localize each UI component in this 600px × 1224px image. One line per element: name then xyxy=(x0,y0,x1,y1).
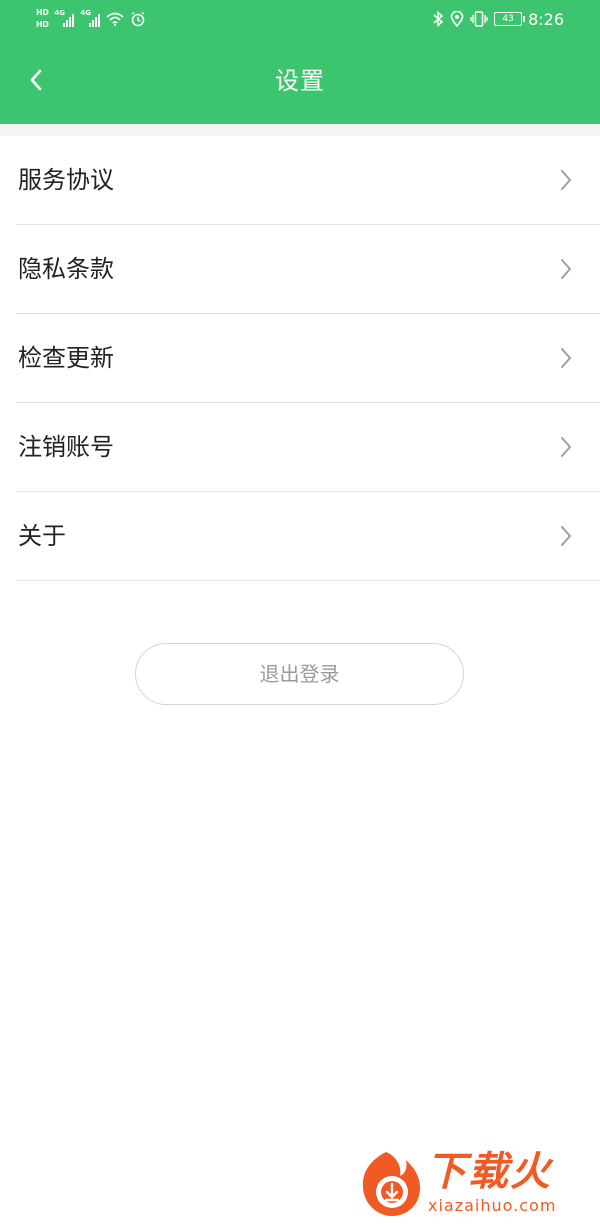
hd-indicator: HD xyxy=(36,20,49,29)
signal-icon: 4G xyxy=(54,9,75,27)
menu-item-label: 隐私条款 xyxy=(18,255,114,283)
vibrate-icon xyxy=(470,11,488,27)
logout-button[interactable]: 退出登录 xyxy=(135,643,464,705)
header-divider-strip xyxy=(0,124,600,136)
bluetooth-icon xyxy=(433,11,444,27)
watermark-domain: xiazaihuo.com xyxy=(428,1196,557,1215)
battery-icon: 43 xyxy=(494,12,526,26)
chevron-right-icon xyxy=(561,259,571,279)
status-bar: HD HD 4G 4G 43 8:26 xyxy=(0,0,600,38)
watermark-brand: 下载火 xyxy=(426,1149,552,1195)
settings-screen: HD HD 4G 4G 43 8:26 设置 服务协议 隐私条款 检查更新 注销… xyxy=(0,0,600,1224)
wifi-icon xyxy=(106,12,124,26)
chevron-right-icon xyxy=(561,170,571,190)
watermark-logo: 下载火 xiazaihuo.com xyxy=(352,1144,592,1220)
menu-item-privacy-terms[interactable]: 隐私条款 xyxy=(16,225,600,314)
signal-icon: 4G xyxy=(80,9,101,27)
hd-indicator: HD xyxy=(36,8,49,17)
status-time: 8:26 xyxy=(528,9,564,29)
chevron-right-icon xyxy=(561,437,571,457)
menu-item-delete-account[interactable]: 注销账号 xyxy=(16,403,600,492)
chevron-right-icon xyxy=(561,348,571,368)
menu-item-service-agreement[interactable]: 服务协议 xyxy=(16,136,600,225)
menu-item-check-update[interactable]: 检查更新 xyxy=(16,314,600,403)
chevron-right-icon xyxy=(561,526,571,546)
back-button[interactable] xyxy=(18,62,54,98)
status-right-group: 43 8:26 xyxy=(432,6,564,32)
battery-level: 43 xyxy=(502,14,514,24)
menu-item-label: 关于 xyxy=(18,522,66,550)
network-type-label: 4G xyxy=(54,9,65,17)
location-icon xyxy=(450,11,464,27)
flame-logo-icon xyxy=(362,1152,420,1216)
menu-item-label: 服务协议 xyxy=(18,166,114,194)
network-type-label: 4G xyxy=(80,9,91,17)
menu-item-label: 检查更新 xyxy=(18,344,114,372)
top-app-bar: 设置 xyxy=(0,38,600,124)
status-left-group: HD HD 4G 4G xyxy=(36,4,146,34)
hd-indicator-stack: HD HD xyxy=(36,8,49,30)
alarm-icon xyxy=(131,11,145,27)
menu-item-about[interactable]: 关于 xyxy=(16,492,600,581)
menu-item-label: 注销账号 xyxy=(18,433,114,461)
page-title: 设置 xyxy=(275,67,325,95)
settings-menu-list: 服务协议 隐私条款 检查更新 注销账号 关于 xyxy=(0,136,600,581)
chevron-left-icon xyxy=(30,69,42,91)
